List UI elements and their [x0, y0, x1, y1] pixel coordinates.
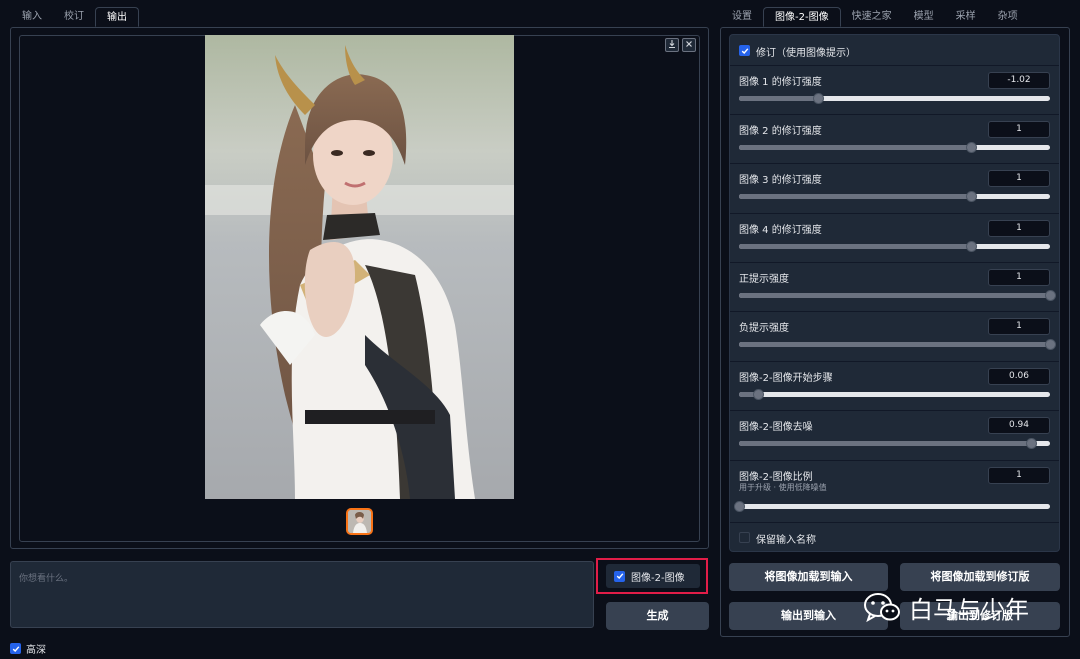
watermark-text: 白马与少年: [909, 596, 1029, 624]
slider-value-input[interactable]: -1.02: [988, 72, 1050, 89]
slider-label: 图像-2-图像去噪: [739, 422, 813, 433]
slider-handle[interactable]: [1045, 290, 1056, 301]
tab-settings[interactable]: 设置: [721, 7, 763, 27]
tab-output[interactable]: 输出: [95, 7, 139, 27]
watermark: 白马与少年: [863, 590, 1029, 625]
slider-label: 图像 2 的修订强度: [739, 126, 822, 137]
tab-quick-home[interactable]: 快速之家: [841, 7, 903, 27]
slider-label: 负提示强度: [739, 323, 789, 334]
checkbox-checked-icon[interactable]: [739, 45, 750, 56]
load-to-input-button[interactable]: 将图像加载到输入: [729, 563, 888, 591]
slider-row: 负提示强度 1: [730, 312, 1059, 362]
image-thumbnail[interactable]: [346, 508, 373, 535]
image2image-checkbox[interactable]: 图像-2-图像: [606, 564, 700, 588]
slider-track[interactable]: [739, 290, 1056, 301]
slider-track[interactable]: [739, 241, 1050, 252]
slider-label: 图像-2-图像比例: [739, 472, 813, 483]
image2image-settings: 修订（使用图像提示） 图像 1 的修订强度 -1.02 图像 2 的修订强度 1…: [729, 34, 1060, 552]
tab-models[interactable]: 模型: [903, 7, 945, 27]
slider-handle[interactable]: [734, 501, 745, 512]
slider-label: 正提示强度: [739, 274, 789, 285]
slider-value-input[interactable]: 1: [988, 121, 1050, 138]
tab-input[interactable]: 输入: [11, 7, 53, 27]
slider-handle[interactable]: [1045, 339, 1056, 350]
prompt-placeholder: 你想看什么。: [19, 574, 74, 584]
slider-track[interactable]: [739, 389, 1050, 400]
slider-label: 图像 4 的修订强度: [739, 225, 822, 236]
slider-value-input[interactable]: 1: [988, 170, 1050, 187]
tab-misc[interactable]: 杂项: [987, 7, 1029, 27]
slider-row: 图像 1 的修订强度 -1.02: [730, 66, 1059, 115]
slider-track[interactable]: [739, 93, 1050, 104]
wechat-icon: [864, 592, 900, 622]
right-tab-bar: 设置 图像-2-图像 快速之家 模型 采样 杂项: [721, 7, 1029, 27]
high-depth-label: 高深: [26, 645, 46, 656]
slider-track[interactable]: [739, 191, 1050, 202]
left-tab-bar: 输入 校订 输出: [11, 7, 139, 27]
revision-label: 修订（使用图像提示）: [756, 48, 856, 59]
slider-value-input[interactable]: 1: [988, 269, 1050, 286]
generated-image[interactable]: [205, 35, 514, 499]
slider-row: 图像 3 的修订强度 1: [730, 164, 1059, 214]
slider-value-input[interactable]: 0.94: [988, 417, 1050, 434]
slider-handle[interactable]: [752, 389, 764, 400]
slider-row: 图像-2-图像比例 用于升级 · 使用低降噪值 1: [730, 461, 1059, 523]
revision-option[interactable]: 修订（使用图像提示）: [730, 35, 1059, 66]
image2image-label: 图像-2-图像: [631, 572, 685, 584]
slider-value-input[interactable]: 1: [988, 220, 1050, 237]
keep-input-names-option[interactable]: 保留输入名称: [730, 523, 1059, 552]
slider-track[interactable]: [739, 339, 1056, 350]
slider-value-input[interactable]: 1: [988, 318, 1050, 335]
slider-track[interactable]: [734, 501, 1050, 512]
generate-button[interactable]: 生成: [606, 602, 709, 630]
slider-handle[interactable]: [965, 241, 977, 252]
slider-row: 图像-2-图像开始步骤 0.06: [730, 362, 1059, 411]
slider-value-input[interactable]: 0.06: [988, 368, 1050, 385]
load-to-revision-button[interactable]: 将图像加载到修订版: [900, 563, 1060, 591]
slider-row: 图像 2 的修订强度 1: [730, 115, 1059, 164]
slider-label: 图像-2-图像开始步骤: [739, 373, 833, 384]
slider-row: 图像-2-图像去噪 0.94: [730, 411, 1059, 461]
slider-track[interactable]: [739, 438, 1050, 449]
slider-row: 图像 4 的修订强度 1: [730, 214, 1059, 263]
checkbox-checked-icon[interactable]: [614, 570, 625, 582]
slider-handle[interactable]: [813, 93, 825, 104]
slider-row: 正提示强度 1: [730, 263, 1059, 312]
prompt-input[interactable]: 你想看什么。: [10, 561, 594, 628]
tab-sampling[interactable]: 采样: [945, 7, 987, 27]
slider-label: 图像 1 的修订强度: [739, 77, 822, 88]
keep-input-names-label: 保留输入名称: [756, 535, 816, 546]
checkbox-checked-icon[interactable]: [10, 643, 21, 654]
download-icon[interactable]: [665, 38, 679, 52]
slider-handle[interactable]: [1026, 438, 1038, 449]
slider-sublabel: 用于升级 · 使用低降噪值: [739, 483, 827, 492]
slider-value-input[interactable]: 1: [988, 467, 1050, 484]
slider-handle[interactable]: [965, 191, 977, 202]
image2image-highlight: 图像-2-图像: [596, 558, 708, 594]
close-icon[interactable]: [682, 38, 696, 52]
tab-revise[interactable]: 校订: [53, 7, 95, 27]
high-depth-option[interactable]: 高深: [10, 641, 46, 656]
tab-image2image[interactable]: 图像-2-图像: [763, 7, 841, 27]
slider-label: 图像 3 的修订强度: [739, 175, 822, 186]
slider-track[interactable]: [739, 142, 1050, 153]
slider-handle[interactable]: [965, 142, 977, 153]
checkbox-unchecked-icon[interactable]: [739, 532, 750, 543]
